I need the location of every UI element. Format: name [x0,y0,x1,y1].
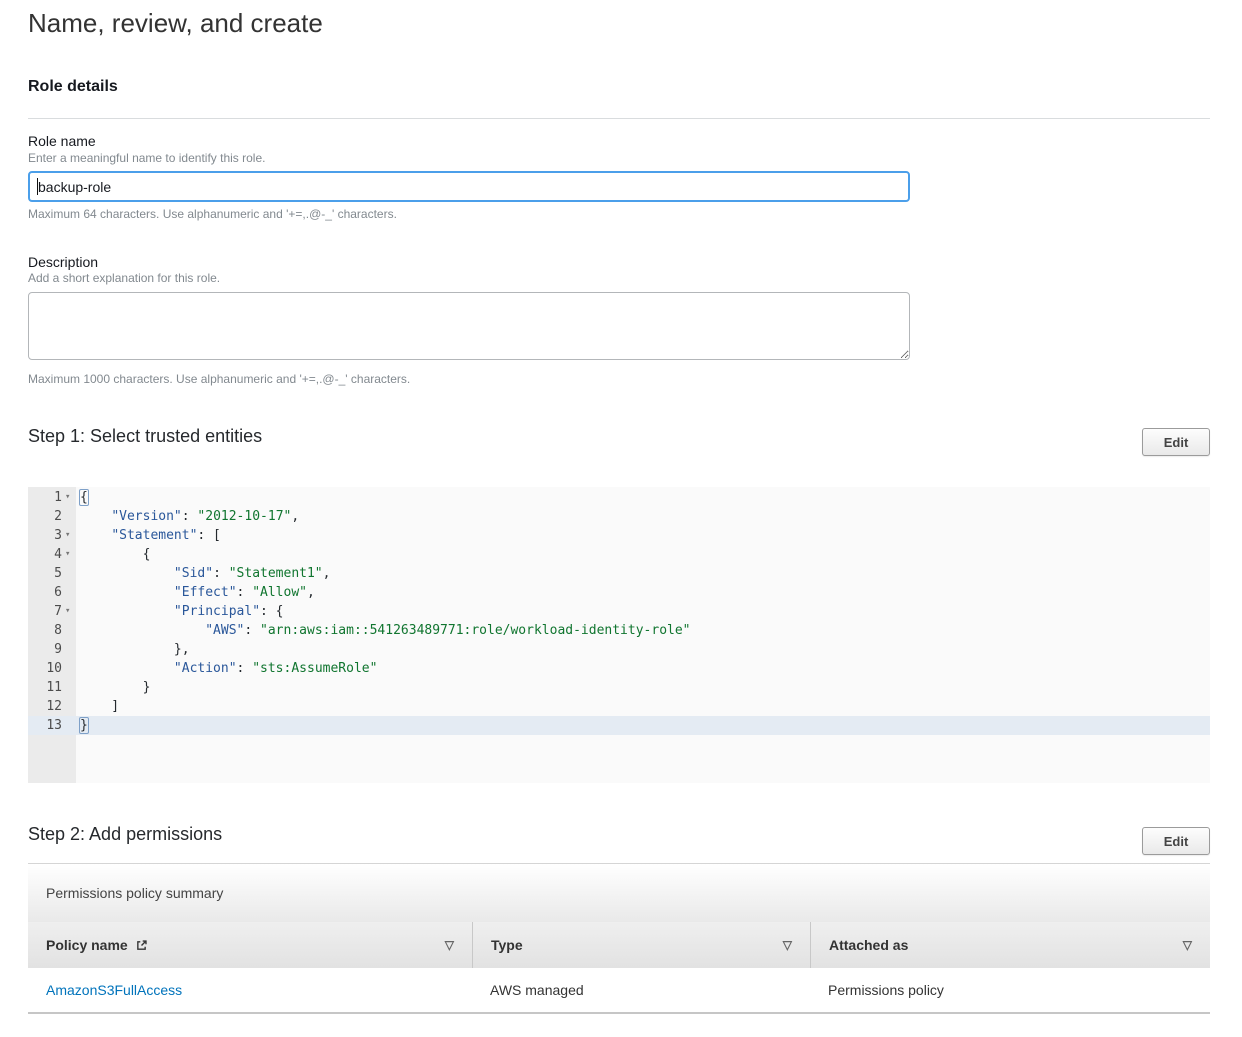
code-text: "Version": "2012-10-17", [80,507,299,526]
code-line-8[interactable]: 8 "AWS": "arn:aws:iam::541263489771:role… [28,621,1210,640]
code-line-3[interactable]: 3▾ "Statement": [ [28,526,1210,545]
code-text: { [80,545,150,564]
step2-heading: Step 2: Add permissions [28,824,222,845]
line-number: 13 [28,716,62,735]
step1-heading: Step 1: Select trusted entities [28,426,262,447]
code-text: }, [80,640,190,659]
step2-edit-button[interactable]: Edit [1142,827,1210,855]
code-text: "Principal": { [80,602,284,621]
role-details-divider [28,118,1210,119]
code-text: "Effect": "Allow", [80,583,315,602]
column-header-attached-as-label: Attached as [829,937,908,953]
fold-arrow-icon[interactable]: ▾ [65,488,76,507]
sort-icon[interactable]: ▽ [1183,938,1192,952]
sort-icon[interactable]: ▽ [445,938,454,952]
code-text: "Sid": "Statement1", [80,564,330,583]
line-number: 10 [28,659,62,678]
line-number: 4 [28,545,62,564]
line-number: 2 [28,507,62,526]
step1-edit-button[interactable]: Edit [1142,428,1210,456]
fold-arrow-icon[interactable]: ▾ [65,526,76,545]
attached-as-cell: Permissions policy [810,968,1210,1012]
line-number: 3 [28,526,62,545]
text-cursor [37,178,38,195]
line-number: 5 [28,564,62,583]
description-hint: Maximum 1000 characters. Use alphanumeri… [28,372,410,386]
column-header-policy-name-label: Policy name [46,937,128,953]
code-line-12[interactable]: 12 ] [28,697,1210,716]
code-text: } [80,716,88,735]
external-link-icon [135,939,148,952]
description-help: Add a short explanation for this role. [28,271,220,285]
policy-type-cell: AWS managed [472,968,810,1012]
code-line-5[interactable]: 5 "Sid": "Statement1", [28,564,1210,583]
role-name-label: Role name [28,133,96,149]
trust-policy-editor[interactable]: 1▾{2 "Version": "2012-10-17",3▾ "Stateme… [28,487,1210,783]
line-number: 6 [28,583,62,602]
code-line-13[interactable]: 13} [28,716,1210,735]
code-line-4[interactable]: 4▾ { [28,545,1210,564]
code-text: "Statement": [ [80,526,221,545]
permissions-panel-title: Permissions policy summary [46,885,223,901]
code-line-9[interactable]: 9 }, [28,640,1210,659]
code-text: "AWS": "arn:aws:iam::541263489771:role/w… [80,621,691,640]
permissions-panel-header: Permissions policy summary [28,864,1210,922]
line-number: 7 [28,602,62,621]
code-text: ] [80,697,119,716]
description-textarea[interactable] [28,292,910,360]
column-header-attached-as[interactable]: Attached as ▽ [810,922,1210,968]
policy-name-link[interactable]: AmazonS3FullAccess [46,982,182,998]
sort-icon[interactable]: ▽ [783,938,792,952]
page-title: Name, review, and create [28,8,323,39]
code-line-11[interactable]: 11 } [28,678,1210,697]
code-line-7[interactable]: 7▾ "Principal": { [28,602,1210,621]
policy-table-header: Policy name ▽ Type ▽ Attached as ▽ [28,922,1210,968]
column-header-policy-name[interactable]: Policy name ▽ [28,922,472,968]
line-number: 9 [28,640,62,659]
line-number: 11 [28,678,62,697]
policy-table-row: AmazonS3FullAccess AWS managedPermissions… [28,968,1210,1014]
role-name-help: Enter a meaningful name to identify this… [28,151,265,165]
policy-editor-lines: 1▾{2 "Version": "2012-10-17",3▾ "Stateme… [28,488,1210,735]
column-header-type[interactable]: Type ▽ [472,922,810,968]
code-line-2[interactable]: 2 "Version": "2012-10-17", [28,507,1210,526]
code-text: "Action": "sts:AssumeRole" [80,659,377,678]
role-name-input[interactable] [28,171,910,202]
description-label: Description [28,254,98,270]
fold-arrow-icon[interactable]: ▾ [65,602,76,621]
code-line-10[interactable]: 10 "Action": "sts:AssumeRole" [28,659,1210,678]
name-review-create-page: Name, review, and create Role details Ro… [0,0,1242,1037]
column-header-type-label: Type [491,937,523,953]
policy-table-body: AmazonS3FullAccess AWS managedPermissions… [28,968,1210,1014]
line-number: 1 [28,488,62,507]
role-name-hint: Maximum 64 characters. Use alphanumeric … [28,207,397,221]
code-line-6[interactable]: 6 "Effect": "Allow", [28,583,1210,602]
permissions-panel: Permissions policy summary Policy name ▽… [28,863,1210,1014]
fold-arrow-icon[interactable]: ▾ [65,545,76,564]
code-text: } [80,678,150,697]
line-number: 8 [28,621,62,640]
code-line-1[interactable]: 1▾{ [28,488,1210,507]
role-details-heading: Role details [28,78,118,96]
line-number: 12 [28,697,62,716]
code-text: { [80,488,88,507]
